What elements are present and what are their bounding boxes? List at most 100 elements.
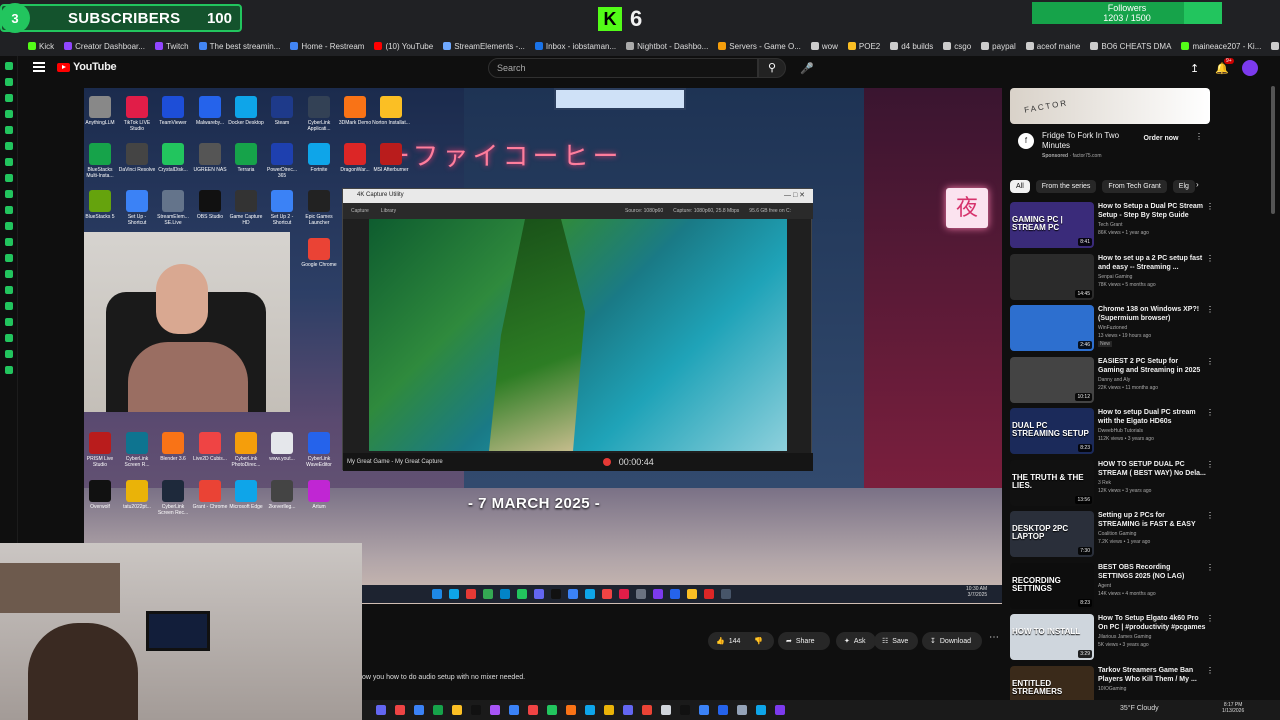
desktop-icon[interactable]: CyberLink Screen Rec...	[154, 480, 192, 516]
recommendation-channel[interactable]: 3 Rek	[1098, 480, 1111, 486]
recommendation-channel[interactable]: Senpai Gaming	[1098, 274, 1132, 280]
taskbar-app-icon[interactable]	[623, 705, 633, 715]
tab-capture[interactable]: Capture	[351, 208, 369, 214]
bookmark-item[interactable]: Kick	[28, 42, 54, 51]
recommendation-item[interactable]: RECORDING SETTINGS 8:23 BEST OBS Recording…	[1010, 562, 1214, 613]
taskbar-app-icon[interactable]	[534, 589, 544, 599]
recommendation-item[interactable]: DUAL PC STREAMING SETUP 8:23 How to setup …	[1010, 408, 1214, 458]
more-options-icon[interactable]: ⋮	[1206, 511, 1214, 520]
extension-icon[interactable]	[5, 94, 13, 102]
taskbar-app-icon[interactable]	[566, 705, 576, 715]
taskbar-app-icon[interactable]	[680, 705, 690, 715]
desktop-icon[interactable]: AnythingLLM	[81, 96, 119, 126]
taskbar-app-icon[interactable]	[602, 589, 612, 599]
taskbar-app-icon[interactable]	[466, 589, 476, 599]
extension-icon[interactable]	[5, 126, 13, 134]
desktop-icon[interactable]: Overwolf	[81, 480, 119, 510]
desktop-icon[interactable]: tatu2022pt...	[118, 480, 156, 510]
taskbar-app-icon[interactable]	[433, 705, 443, 715]
weather-widget[interactable]: 35°F Cloudy	[1120, 705, 1159, 712]
desktop-icon[interactable]: CyberLink Applicati...	[300, 96, 338, 132]
recommendation-channel[interactable]: WinFuzioned	[1098, 325, 1127, 331]
taskbar-app-icon[interactable]	[551, 589, 561, 599]
recommendation-title[interactable]: Tarkov Streamers Game Ban Players Who Ki…	[1098, 666, 1206, 684]
more-options-icon[interactable]: ⋮	[1206, 254, 1214, 263]
recommendation-title[interactable]: BEST OBS Recording SETTINGS 2025 (NO LAG…	[1098, 563, 1206, 581]
recommendation-item[interactable]: THE TRUTH & THE LIES. 13:56 HOW TO SETUP D…	[1010, 459, 1214, 510]
chip-0[interactable]: All	[1010, 179, 1030, 193]
desktop-icon[interactable]: 2keverlleg...	[263, 480, 301, 510]
desktop-icon[interactable]: Blender 3.6	[154, 432, 192, 462]
recommendation-thumbnail[interactable]: 14:45	[1010, 253, 1094, 300]
recommendation-thumbnail[interactable]: 2:46	[1010, 305, 1094, 351]
recommendation-title[interactable]: Setting up 2 PCs for STREAMING is FAST &…	[1098, 511, 1206, 529]
desktop-icon[interactable]: Terraria	[227, 143, 265, 173]
more-actions-icon[interactable]: ⋯	[987, 632, 1001, 643]
taskbar-app-icon[interactable]	[721, 589, 731, 599]
more-options-icon[interactable]: ⋮	[1206, 408, 1214, 417]
desktop-icon[interactable]: TikTok LIVE Studio	[118, 96, 156, 132]
like-button[interactable]: 👍 144 👎	[708, 632, 774, 650]
menu-icon[interactable]	[33, 62, 45, 72]
video-description[interactable]: ow you how to do audio setup with no mix…	[362, 674, 525, 681]
extension-icon[interactable]	[5, 254, 13, 262]
extension-icon[interactable]	[5, 350, 13, 358]
desktop-icon[interactable]: PowerDirec... 365	[263, 143, 301, 179]
desktop-icon[interactable]: Set Up - Shortcut	[118, 190, 156, 226]
search-button[interactable]: ⚲	[758, 58, 786, 78]
more-options-icon[interactable]: ⋮	[1206, 460, 1214, 469]
desktop-icon[interactable]: Malwareby...	[191, 96, 229, 126]
recommendation-item[interactable]: 10:12 EASIEST 2 PC Setup for Gaming and S…	[1010, 356, 1214, 407]
recommendation-thumbnail[interactable]: GAMING PC | STREAM PC 8:41	[1010, 202, 1094, 248]
bookmark-item[interactable]: paypal	[981, 42, 1016, 51]
chip-3[interactable]: Elg	[1172, 179, 1195, 193]
bookmark-item[interactable]: The best streamin...	[198, 42, 280, 51]
extension-icon[interactable]	[5, 238, 13, 246]
bookmark-item[interactable]: Twitch	[154, 42, 189, 51]
desktop-icon[interactable]: www.yout...	[263, 432, 301, 462]
bookmark-item[interactable]: StreamElements -...	[443, 42, 525, 51]
extension-icon[interactable]	[5, 174, 13, 182]
taskbar-app-icon[interactable]	[642, 705, 652, 715]
taskbar-app-icon[interactable]	[619, 589, 629, 599]
download-button[interactable]: ↧ Download	[922, 632, 982, 650]
taskbar-app-icon[interactable]	[432, 589, 442, 599]
taskbar-app-icon[interactable]	[585, 589, 595, 599]
ad-banner[interactable]: FACTOR	[1010, 88, 1210, 124]
bookmark-item[interactable]: POE2	[847, 42, 880, 51]
save-button[interactable]: ☷ Save	[874, 632, 918, 650]
microphone-icon[interactable]: 🎤	[800, 62, 814, 75]
more-options-icon[interactable]: ⋮	[1206, 563, 1214, 572]
search-input[interactable]: Search	[488, 58, 758, 78]
taskbar-app-icon[interactable]	[585, 705, 595, 715]
desktop-icon[interactable]: Microsoft Edge	[227, 480, 265, 510]
desktop-icon[interactable]: Epic Games Launcher	[300, 190, 338, 226]
desktop-icon[interactable]: Live2D Cubis...	[191, 432, 229, 462]
more-options-icon[interactable]: ⋮	[1206, 614, 1214, 623]
desktop-icon[interactable]: CyberLink WaveEditor	[300, 432, 338, 468]
page-scrollbar[interactable]	[1271, 86, 1275, 214]
extension-icon[interactable]	[5, 110, 13, 118]
create-icon[interactable]: ↥	[1190, 62, 1199, 75]
desktop-icon[interactable]: Fortnite	[300, 143, 338, 173]
taskbar-app-icon[interactable]	[414, 705, 424, 715]
taskbar-app-icon[interactable]	[756, 705, 766, 715]
extension-icon[interactable]	[5, 158, 13, 166]
desktop-icon[interactable]: DaVinci Resolve	[118, 143, 156, 173]
bookmark-item[interactable]: wow	[810, 42, 838, 51]
taskbar-app-icon[interactable]	[687, 589, 697, 599]
chip-1[interactable]: From the series	[1035, 179, 1097, 193]
desktop-icon[interactable]: 3DMark Demo	[336, 96, 374, 126]
taskbar-app-icon[interactable]	[704, 589, 714, 599]
recommendation-channel[interactable]: Coalition Gaming	[1098, 531, 1136, 537]
os-clock[interactable]: 8:17 PM 1/13/2026	[1222, 702, 1244, 714]
thumbs-down-icon[interactable]: 👎	[754, 637, 763, 645]
recommendation-thumbnail[interactable]: 10:12	[1010, 356, 1094, 403]
desktop-icon[interactable]: Game Capture HD	[227, 190, 265, 226]
desktop-icon[interactable]: StreamElem... SE.Live	[154, 190, 192, 226]
extension-icon[interactable]	[5, 286, 13, 294]
bookmark-item[interactable]: csgo	[943, 42, 971, 51]
order-now-button[interactable]: Order now	[1137, 132, 1185, 146]
taskbar-app-icon[interactable]	[718, 705, 728, 715]
desktop-icon[interactable]: CyberLink PhotoDirec...	[227, 432, 265, 468]
